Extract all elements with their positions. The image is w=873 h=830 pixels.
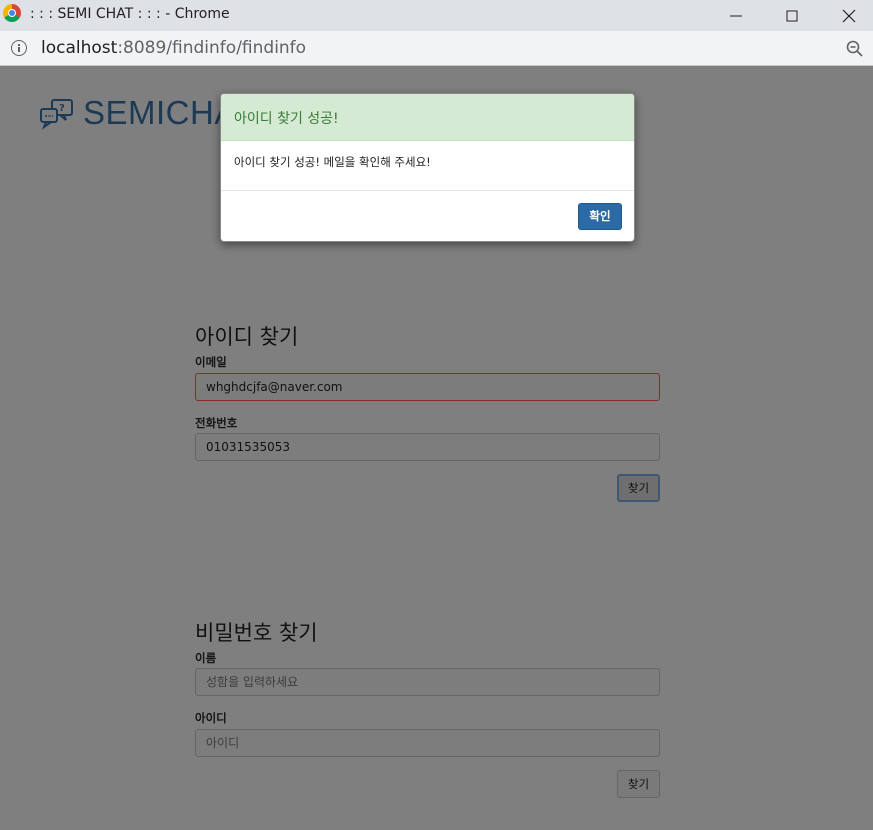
window-title: : : : SEMI CHAT : : : - Chrome: [30, 6, 230, 22]
success-modal: 아이디 찾기 성공! 아이디 찾기 성공! 메일을 확인해 주세요! 확인: [220, 93, 635, 242]
phone-label: 전화번호: [195, 416, 238, 430]
email-label: 이메일: [195, 355, 227, 369]
find-id-title: 아이디 찾기: [195, 325, 299, 349]
id-label: 아이디: [195, 711, 227, 725]
name-field[interactable]: 성함을 입력하세요: [195, 668, 660, 696]
close-button[interactable]: [820, 0, 873, 31]
modal-header: 아이디 찾기 성공!: [221, 94, 634, 141]
svg-text:?: ?: [59, 103, 65, 114]
url-host: localhost: [41, 38, 118, 58]
modal-message: 아이디 찾기 성공! 메일을 확인해 주세요!: [234, 155, 431, 169]
find-password-button[interactable]: 찾기: [617, 770, 660, 798]
window-titlebar: : : : SEMI CHAT : : : - Chrome: [0, 0, 873, 31]
chat-bubbles-icon: ?: [40, 99, 73, 130]
close-icon: [842, 9, 856, 22]
brand-text: SEMICHA: [83, 94, 237, 131]
find-id-button[interactable]: 찾기: [617, 474, 660, 502]
minimize-button[interactable]: [707, 0, 765, 31]
modal-title: 아이디 찾기 성공!: [234, 111, 339, 127]
zoom-out-icon[interactable]: [846, 40, 864, 58]
phone-field[interactable]: 01031535053: [195, 433, 660, 461]
url-path: :8089/findinfo/findinfo: [117, 38, 307, 58]
address-bar[interactable]: localhost:8089/findinfo/findinfo: [0, 31, 873, 66]
maximize-icon: [786, 10, 798, 21]
id-field[interactable]: 아이디: [195, 729, 660, 757]
email-field[interactable]: whghdcjfa@naver.com: [195, 373, 660, 401]
url-text[interactable]: localhost:8089/findinfo/findinfo: [41, 38, 306, 58]
confirm-button[interactable]: 확인: [578, 203, 622, 230]
maximize-button[interactable]: [763, 0, 821, 31]
info-icon[interactable]: [11, 40, 27, 56]
chrome-logo-icon: [3, 4, 21, 22]
modal-footer: 확인: [221, 190, 634, 241]
minimize-icon: [730, 15, 742, 16]
find-password-title: 비밀번호 찾기: [195, 621, 318, 645]
name-label: 이름: [195, 651, 217, 665]
